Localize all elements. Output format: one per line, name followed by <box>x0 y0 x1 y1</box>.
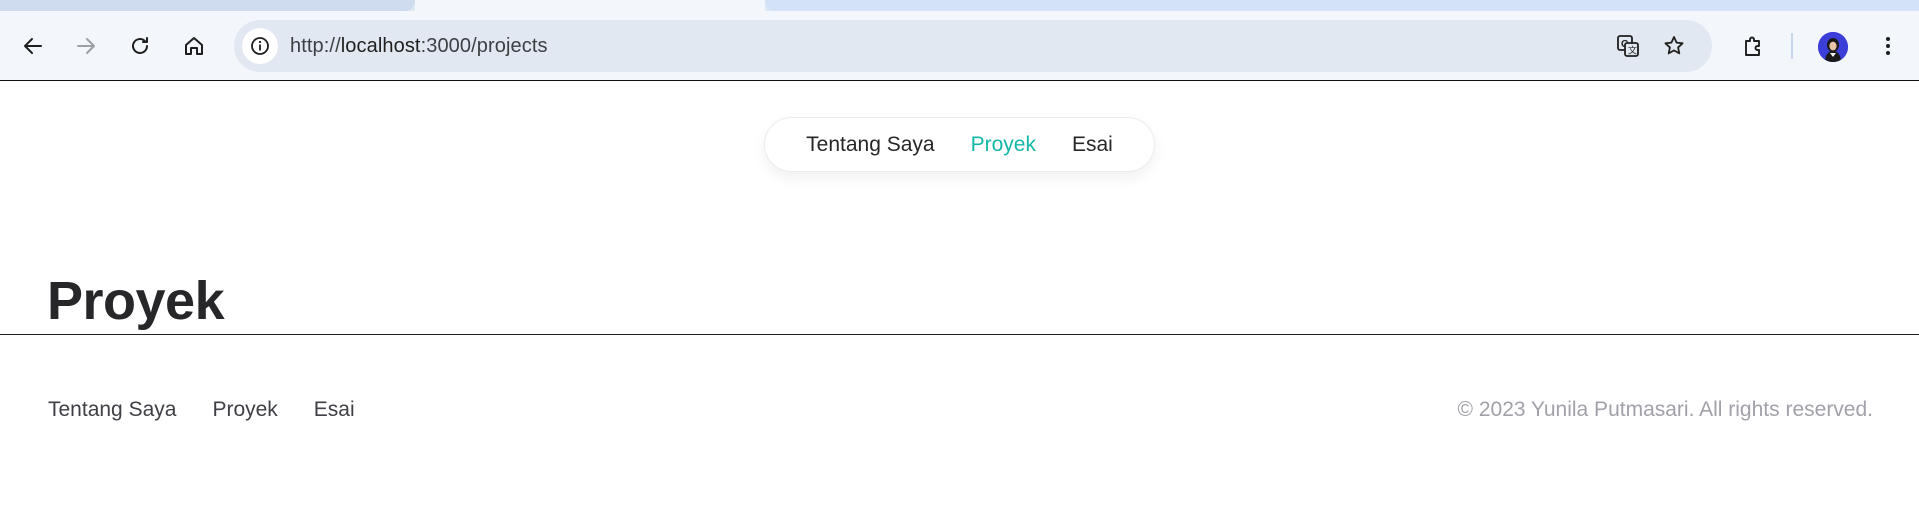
reload-button[interactable] <box>122 28 158 64</box>
footer-link-esai[interactable]: Esai <box>314 398 355 422</box>
translate-icon: G文 <box>1617 35 1639 57</box>
footer-divider <box>0 334 1919 335</box>
page-content: Tentang Saya Proyek Esai Proyek Tentang … <box>0 82 1919 527</box>
address-bar[interactable]: http://localhost:3000/projects G文 <box>234 20 1712 72</box>
browser-tab-active[interactable] <box>415 0 765 11</box>
copyright-text: © 2023 Yunila Putmasari. All rights rese… <box>1457 398 1873 421</box>
translate-button[interactable]: G文 <box>1612 30 1644 62</box>
url-host: localhost <box>340 35 421 57</box>
extensions-button[interactable] <box>1735 28 1771 64</box>
kebab-menu-icon <box>1886 37 1890 55</box>
nav-link-tentang-saya[interactable]: Tentang Saya <box>806 133 934 157</box>
url-path: :3000/projects <box>420 35 548 57</box>
browser-tab[interactable] <box>0 0 415 11</box>
puzzle-icon <box>1745 36 1760 56</box>
footer-link-tentang-saya[interactable]: Tentang Saya <box>48 398 176 422</box>
arrow-right-icon <box>77 38 95 54</box>
top-nav: Tentang Saya Proyek Esai <box>764 117 1155 172</box>
footer-nav: Tentang Saya Proyek Esai <box>48 398 355 422</box>
forward-button[interactable] <box>68 28 104 64</box>
arrow-left-icon <box>24 38 42 54</box>
browser-tabstrip <box>0 0 1919 11</box>
home-button[interactable] <box>176 28 212 64</box>
star-icon <box>1664 36 1684 55</box>
toolbar-divider <box>1791 33 1793 59</box>
url-scheme: http:// <box>290 35 341 57</box>
nav-link-esai[interactable]: Esai <box>1072 133 1113 157</box>
back-button[interactable] <box>15 28 51 64</box>
reload-icon <box>132 37 148 54</box>
site-info-button[interactable] <box>242 28 278 64</box>
browser-tab[interactable] <box>765 0 1919 11</box>
home-icon <box>185 37 203 55</box>
footer-link-proyek[interactable]: Proyek <box>212 398 277 422</box>
bookmark-button[interactable] <box>1658 30 1690 62</box>
info-icon <box>251 37 269 55</box>
page-title: Proyek <box>47 271 225 331</box>
avatar[interactable] <box>1818 32 1848 62</box>
profile-icon <box>1818 32 1848 62</box>
browser-menu-button[interactable] <box>1870 28 1906 64</box>
browser-toolbar: http://localhost:3000/projects G文 <box>0 11 1919 81</box>
nav-link-proyek[interactable]: Proyek <box>971 133 1036 157</box>
url-text[interactable]: http://localhost:3000/projects <box>290 20 548 72</box>
svg-text:文: 文 <box>1628 45 1637 56</box>
